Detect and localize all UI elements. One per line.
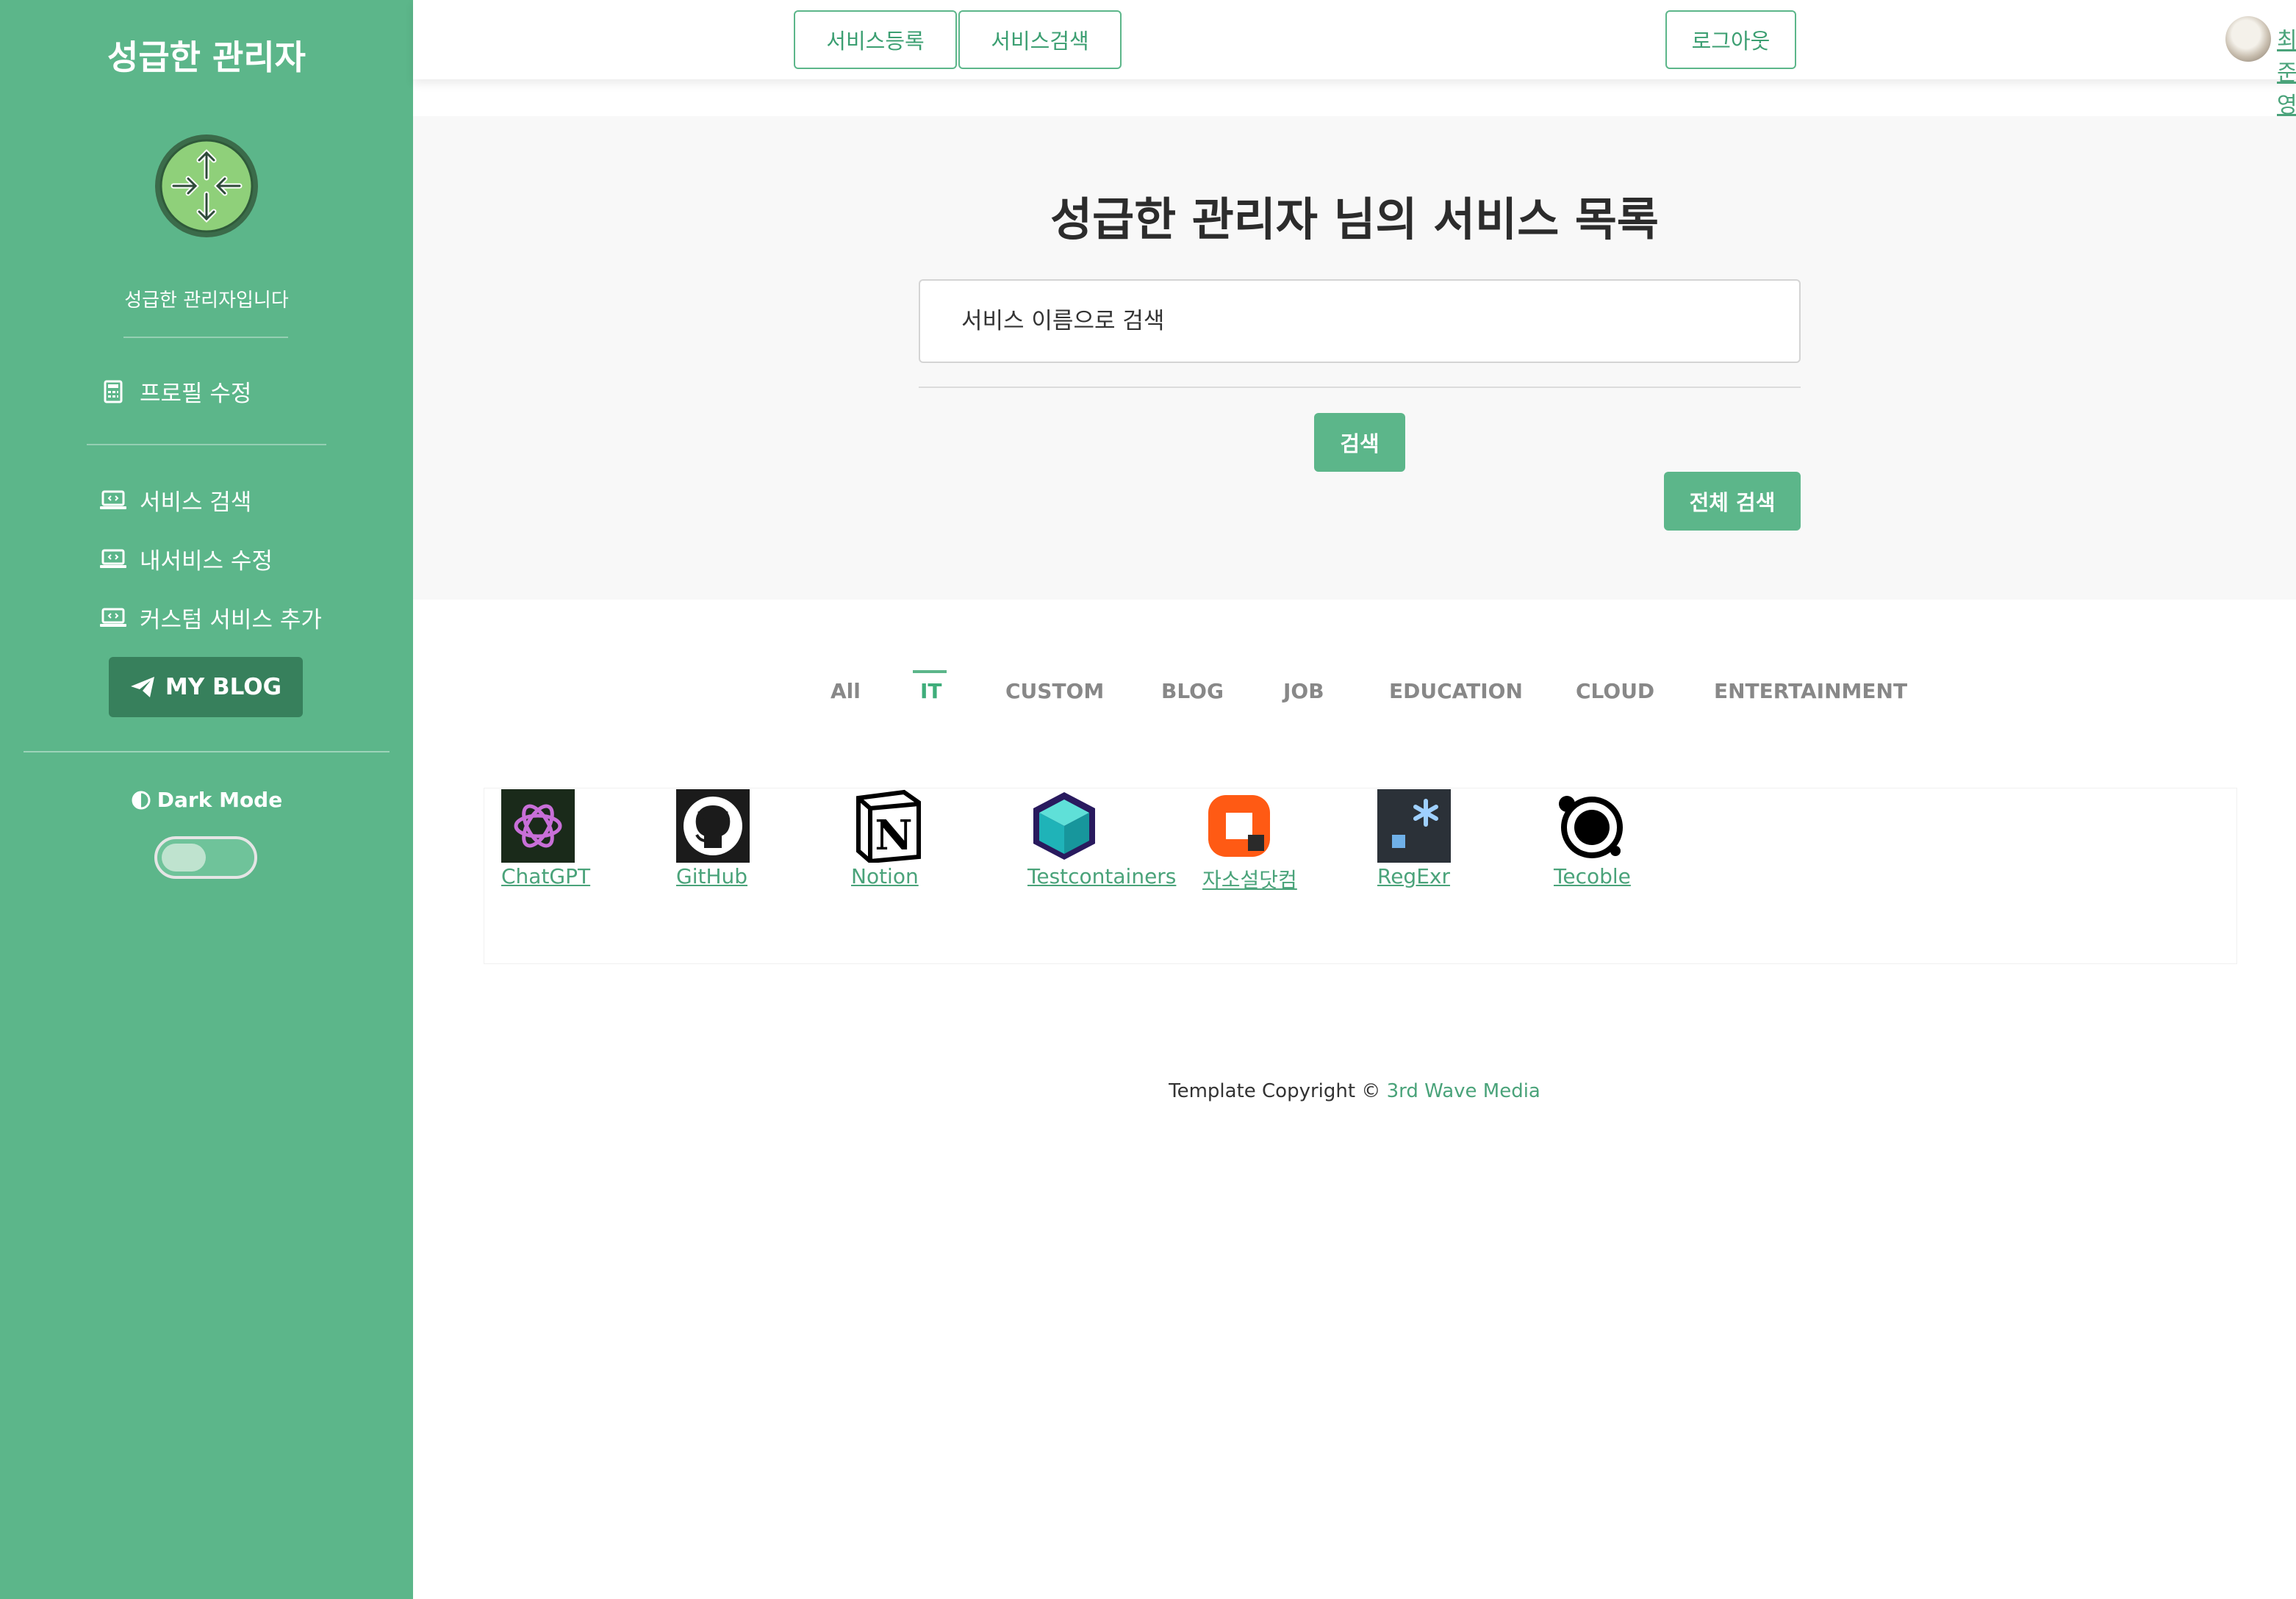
my-blog-button[interactable]: MY BLOG: [109, 657, 303, 717]
tab-all[interactable]: All: [830, 679, 861, 703]
service-item-tecoble[interactable]: Tecoble: [1554, 789, 1631, 888]
tab-entertainment[interactable]: ENTERTAINMENT: [1714, 679, 1907, 703]
service-item-testcontainers[interactable]: Testcontainers: [1027, 789, 1176, 888]
service-name: Testcontainers: [1027, 864, 1177, 888]
testcontainers-icon: [1033, 792, 1095, 860]
tab-it[interactable]: IT: [920, 679, 942, 703]
service-item-regexr[interactable]: RegExr: [1377, 789, 1451, 888]
search-button[interactable]: 검색: [1314, 413, 1405, 472]
laptop-code-icon: [98, 603, 128, 633]
tab-job[interactable]: JOB: [1283, 679, 1324, 703]
dark-mode-text: Dark Mode: [157, 788, 283, 812]
arrows-logo-icon: [155, 134, 258, 237]
jasoseol-icon: [1202, 789, 1276, 863]
service-item-chatgpt[interactable]: ChatGPT: [501, 789, 590, 888]
dark-mode-toggle[interactable]: [154, 836, 257, 879]
calculator-icon: [98, 377, 128, 406]
footer-text: Template Copyright ©: [1169, 1080, 1387, 1102]
sidebar-item-label: 내서비스 수정: [140, 548, 273, 575]
footer: Template Copyright © 3rd Wave Media: [413, 1080, 2296, 1102]
sidebar-item-label: 서비스 검색: [140, 489, 252, 516]
tab-custom[interactable]: CUSTOM: [1005, 679, 1104, 703]
service-name: GitHub: [676, 864, 748, 888]
my-blog-label: MY BLOG: [165, 674, 282, 700]
tab-education[interactable]: EDUCATION: [1389, 679, 1523, 703]
regexr-icon: [1377, 789, 1451, 863]
avatar[interactable]: [2225, 16, 2271, 62]
footer-link[interactable]: 3rd Wave Media: [1387, 1080, 1540, 1102]
divider: [919, 387, 1801, 388]
service-register-button[interactable]: 서비스등록: [794, 10, 957, 69]
divider: [87, 444, 326, 445]
divider: [24, 751, 390, 752]
tecoble-icon: [1554, 789, 1627, 863]
active-tab-indicator: [913, 670, 947, 673]
service-name: 자소설닷컴: [1202, 868, 1297, 892]
service-name: RegExr: [1377, 864, 1450, 888]
search-all-button[interactable]: 전체 검색: [1664, 472, 1801, 531]
logout-button[interactable]: 로그아웃: [1665, 10, 1796, 69]
site-title[interactable]: 성급한 관리자: [0, 31, 413, 79]
github-icon: [676, 789, 750, 863]
service-search-button[interactable]: 서비스검색: [958, 10, 1122, 69]
laptop-code-icon: [98, 545, 128, 574]
sidebar-item-profile-edit[interactable]: 프로필 수정: [98, 375, 251, 408]
paper-plane-icon: [130, 676, 155, 698]
sidebar-item-label: 커스텀 서비스 추가: [140, 607, 322, 633]
toggle-knob: [162, 844, 206, 872]
service-search-input[interactable]: [919, 279, 1801, 363]
service-item-github[interactable]: GitHub: [676, 789, 750, 888]
service-item-notion[interactable]: N Notion: [851, 789, 925, 888]
sidebar-item-service-search[interactable]: 서비스 검색: [98, 484, 251, 517]
top-header: 서비스등록 서비스검색 로그아웃 최준영: [413, 0, 2296, 118]
sidebar-item-custom-service-add[interactable]: 커스텀 서비스 추가: [98, 601, 322, 634]
profile-tagline: 성급한 관리자입니다: [124, 290, 289, 312]
page-title: 성급한 관리자 님의 서비스 목록: [1050, 193, 1659, 246]
sidebar-item-my-service-edit[interactable]: 내서비스 수정: [98, 542, 273, 575]
svg-text:N: N: [875, 811, 912, 860]
laptop-code-icon: [98, 486, 128, 515]
sidebar-item-label: 프로필 수정: [140, 381, 252, 407]
dark-mode-label: Dark Mode: [0, 788, 413, 812]
divider: [123, 337, 288, 338]
tab-cloud[interactable]: CLOUD: [1576, 679, 1654, 703]
service-item-jasoseol[interactable]: 자소설닷컴: [1202, 789, 1297, 894]
service-name: ChatGPT: [501, 864, 591, 888]
notion-icon: N: [851, 789, 925, 863]
tab-blog[interactable]: BLOG: [1161, 679, 1224, 703]
service-name: Notion: [851, 864, 919, 888]
username-link[interactable]: 최준영: [2277, 22, 2296, 119]
chatgpt-icon: [501, 789, 575, 863]
sidebar: 성급한 관리자 성급한 관리자입니다 프로필 수정 서비스 검색 내서비스 수정…: [0, 0, 413, 1599]
service-name: Tecoble: [1554, 864, 1631, 888]
half-circle-icon: [131, 790, 151, 811]
